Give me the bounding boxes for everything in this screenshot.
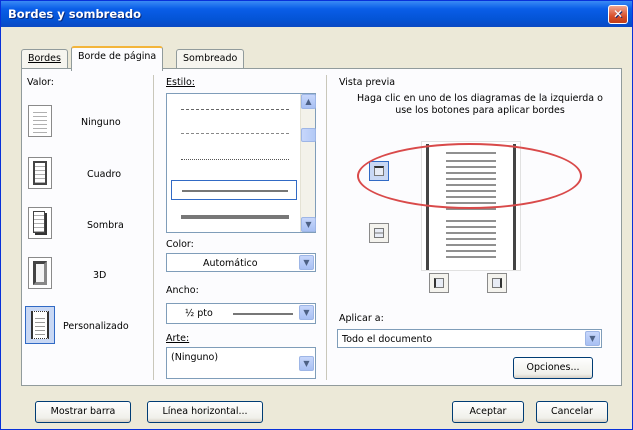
- title-bar: Bordes y sombreado ✕: [1, 1, 632, 27]
- show-toolbar-button[interactable]: Mostrar barra: [35, 401, 131, 423]
- options-button[interactable]: Opciones...: [513, 357, 593, 379]
- width-label: Ancho:: [166, 285, 199, 296]
- setting-option-label: Personalizado: [63, 321, 129, 332]
- setting-option-label: Cuadro: [87, 169, 122, 180]
- width-select[interactable]: ½ pto ▼: [166, 303, 316, 324]
- tab-shading[interactable]: Sombreado: [176, 49, 245, 69]
- inside-border-button[interactable]: [369, 223, 389, 243]
- border-left-icon: [434, 278, 444, 288]
- scroll-thumb[interactable]: [301, 128, 316, 142]
- border-3d-icon: [28, 257, 52, 289]
- setting-option-label: Sombra: [87, 220, 124, 231]
- setting-option-label: Ninguno: [81, 117, 121, 128]
- chevron-down-icon[interactable]: ▼: [299, 305, 314, 320]
- color-label: Color:: [166, 239, 194, 250]
- right-border-button[interactable]: [487, 273, 507, 293]
- color-value: Automático: [203, 258, 258, 269]
- tab-label: Sombreado: [183, 53, 238, 64]
- border-shadow-icon: [28, 207, 52, 239]
- column-divider: [153, 75, 154, 380]
- style-option[interactable]: [171, 150, 297, 170]
- style-option-selected[interactable]: [171, 180, 297, 200]
- art-value: (Ninguno): [171, 352, 219, 363]
- tab-page-border[interactable]: Borde de página: [71, 46, 164, 71]
- art-label: Arte:: [166, 333, 190, 344]
- style-label: Estilo:: [166, 77, 195, 88]
- borders-and-shading-dialog: Bordes y sombreado ✕ Bordes Borde de pág…: [0, 0, 633, 430]
- close-button[interactable]: ✕: [608, 5, 628, 24]
- scroll-down-icon[interactable]: ▼: [301, 217, 316, 232]
- border-box-icon: [28, 157, 52, 189]
- close-icon: ✕: [612, 7, 624, 21]
- window-title: Bordes y sombreado: [8, 7, 142, 21]
- preview-hint: Haga clic en uno de los diagramas de la …: [357, 93, 603, 116]
- apply-to-select[interactable]: Todo el documento ▼: [337, 329, 602, 348]
- column-divider: [326, 75, 327, 380]
- scroll-up-icon[interactable]: ▲: [301, 94, 316, 109]
- tab-label: Borde de página: [78, 51, 157, 62]
- style-option[interactable]: [171, 100, 297, 120]
- chevron-down-icon[interactable]: ▼: [585, 331, 600, 346]
- border-none-icon: [28, 105, 52, 137]
- width-value: ½ pto: [185, 308, 213, 319]
- border-right-icon: [492, 278, 502, 288]
- chevron-down-icon[interactable]: ▼: [299, 255, 314, 270]
- apply-to-value: Todo el documento: [342, 334, 433, 345]
- style-option[interactable]: [171, 206, 297, 226]
- border-inside-icon: [374, 228, 384, 238]
- setting-option-label: 3D: [93, 270, 107, 281]
- apply-to-label: Aplicar a:: [339, 313, 384, 324]
- tab-label: Bordes: [28, 53, 61, 64]
- style-listbox[interactable]: ▲ ▼: [166, 93, 316, 233]
- cancel-button[interactable]: Cancelar: [536, 401, 608, 423]
- style-option[interactable]: [171, 124, 297, 144]
- left-border-button[interactable]: [429, 273, 449, 293]
- chevron-down-icon[interactable]: ▼: [299, 356, 314, 371]
- setting-label: Valor:: [27, 77, 54, 88]
- art-select[interactable]: (Ninguno) ▼: [166, 347, 316, 379]
- style-scrollbar[interactable]: ▲ ▼: [300, 94, 316, 232]
- preview-label: Vista previa: [339, 77, 396, 88]
- annotation-ellipse: [357, 143, 582, 209]
- tab-borders[interactable]: Bordes: [21, 49, 68, 69]
- width-sample-line: [233, 313, 293, 315]
- border-custom-icon: [25, 306, 55, 344]
- horizontal-line-button[interactable]: Línea horizontal...: [147, 401, 263, 423]
- color-select[interactable]: Automático ▼: [166, 253, 316, 272]
- ok-button[interactable]: Aceptar: [452, 401, 524, 423]
